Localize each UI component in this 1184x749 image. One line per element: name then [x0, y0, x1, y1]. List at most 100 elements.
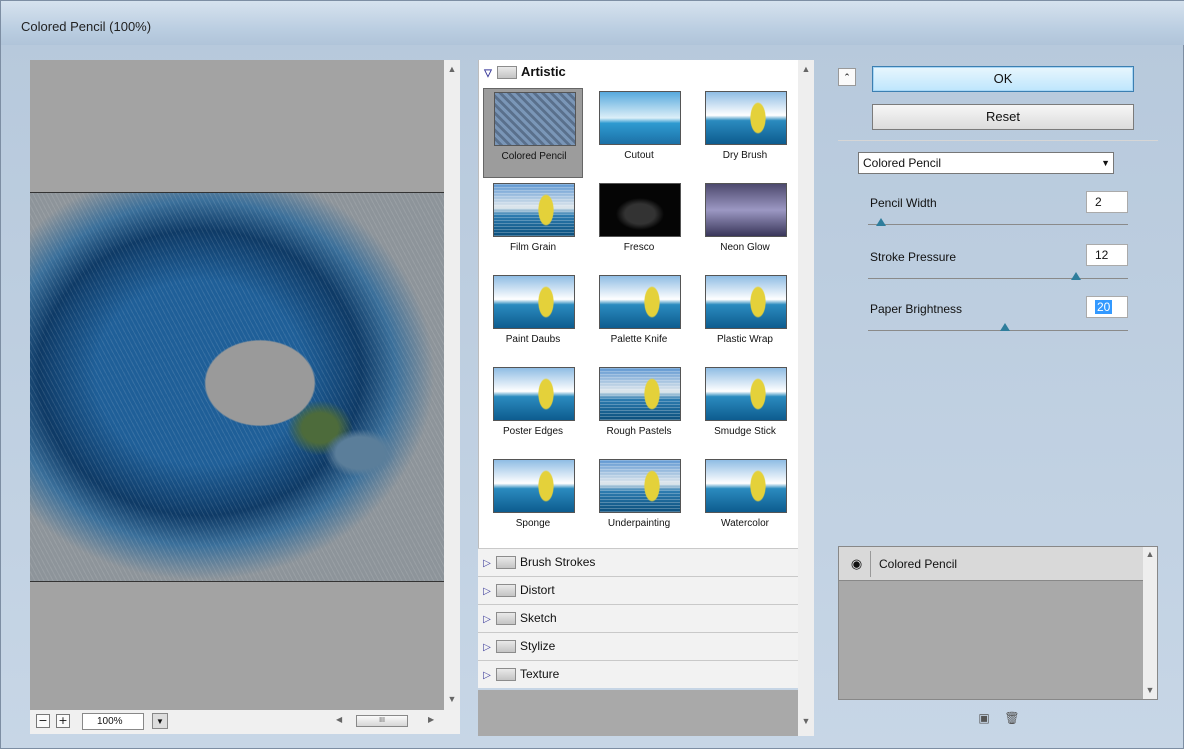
- filter-thumb-poster-edges[interactable]: Poster Edges: [483, 364, 583, 454]
- collapse-gallery-button[interactable]: ⌃: [838, 68, 856, 86]
- category-label: Sketch: [520, 611, 557, 625]
- scroll-up-icon[interactable]: ▲: [798, 64, 814, 74]
- stroke-pressure-input[interactable]: 12: [1086, 244, 1128, 266]
- thumb-label: Sponge: [515, 518, 551, 529]
- new-effect-layer-icon[interactable]: ▣: [976, 710, 992, 726]
- category-artistic[interactable]: ▽ Artistic: [479, 64, 566, 84]
- preview-vertical-scrollbar[interactable]: ▲ ▼: [444, 60, 460, 710]
- thumbnail-image: [599, 367, 681, 421]
- pencil-width-input[interactable]: 2: [1086, 191, 1128, 213]
- stroke-pressure-slider-track[interactable]: [868, 278, 1128, 279]
- category-label: Brush Strokes: [520, 555, 596, 569]
- filter-select-value: Colored Pencil: [863, 156, 942, 170]
- thumb-label: Rough Pastels: [606, 426, 672, 437]
- ok-button[interactable]: OK: [872, 66, 1134, 92]
- thumb-label: Plastic Wrap: [717, 334, 773, 345]
- filter-thumb-fresco[interactable]: Fresco: [589, 180, 689, 270]
- filter-thumb-dry-brush[interactable]: Dry Brush: [695, 88, 795, 178]
- preview-pane[interactable]: [30, 60, 444, 710]
- zoom-in-button[interactable]: +: [56, 714, 70, 728]
- category-distort[interactable]: ▷ Distort: [478, 576, 798, 604]
- collapsed-triangle-icon: ▷: [483, 614, 491, 625]
- thumb-label: Smudge Stick: [714, 426, 776, 437]
- thumbnail-image: [599, 183, 681, 237]
- thumbnail-image: [705, 367, 787, 421]
- pencil-width-slider-handle[interactable]: [876, 218, 886, 226]
- reset-button[interactable]: Reset: [872, 104, 1134, 130]
- gallery-vertical-scrollbar[interactable]: ▲ ▼: [798, 60, 814, 736]
- thumb-label: Colored Pencil: [501, 151, 567, 162]
- filter-thumb-film-grain[interactable]: Film Grain: [483, 180, 583, 270]
- category-texture[interactable]: ▷ Texture: [478, 660, 798, 688]
- category-label: Artistic: [521, 64, 566, 79]
- filter-thumb-plastic-wrap[interactable]: Plastic Wrap: [695, 272, 795, 362]
- preview-image: [30, 192, 444, 582]
- filter-thumb-palette-knife[interactable]: Palette Knife: [589, 272, 689, 362]
- filter-thumb-watercolor[interactable]: Watercolor: [695, 456, 795, 546]
- folder-icon: [496, 668, 516, 682]
- trash-icon[interactable]: 🗑: [1004, 710, 1020, 726]
- thumbnail-image: [494, 92, 576, 146]
- paper-brightness-slider-track[interactable]: [868, 330, 1128, 331]
- thumbnail-image: [705, 459, 787, 513]
- zoom-level-field[interactable]: 100%: [82, 713, 144, 730]
- filter-thumb-paint-daubs[interactable]: Paint Daubs: [483, 272, 583, 362]
- thumbnail-image: [599, 459, 681, 513]
- scroll-down-icon[interactable]: ▼: [798, 716, 814, 726]
- preview-footer: − + 100% ▼ ◀ III ▶: [30, 710, 460, 734]
- scroll-down-icon[interactable]: ▼: [444, 694, 460, 704]
- layer-actions: ▣ 🗑: [974, 710, 1034, 730]
- category-label: Texture: [520, 667, 560, 681]
- effect-layers-panel: ◉ Colored Pencil ▲ ▼: [838, 546, 1158, 700]
- filter-thumb-rough-pastels[interactable]: Rough Pastels: [589, 364, 689, 454]
- category-label: Distort: [520, 583, 555, 597]
- thumb-label: Paint Daubs: [505, 334, 561, 345]
- filter-thumb-underpainting[interactable]: Underpainting: [589, 456, 689, 546]
- category-stylize[interactable]: ▷ Stylize: [478, 632, 798, 660]
- filter-thumb-cutout[interactable]: Cutout: [589, 88, 689, 178]
- folder-icon: [496, 612, 516, 626]
- title-bar: Colored Pencil (100%): [1, 1, 1184, 45]
- zoom-out-button[interactable]: −: [36, 714, 50, 728]
- scroll-right-icon[interactable]: ▶: [428, 715, 434, 724]
- thumb-label: Underpainting: [607, 518, 671, 529]
- collapsed-triangle-icon: ▷: [483, 670, 491, 681]
- scroll-left-icon[interactable]: ◀: [336, 715, 342, 724]
- filter-thumb-neon-glow[interactable]: Neon Glow: [695, 180, 795, 270]
- category-sketch[interactable]: ▷ Sketch: [478, 604, 798, 632]
- thumb-label: Dry Brush: [722, 150, 768, 161]
- thumb-label: Watercolor: [721, 518, 769, 529]
- gallery-empty-area: [478, 690, 798, 736]
- effect-layer-row[interactable]: ◉ Colored Pencil: [839, 547, 1143, 581]
- category-label: Stylize: [520, 639, 556, 653]
- stroke-pressure-label: Stroke Pressure: [870, 250, 957, 264]
- preview-horizontal-scrollbar[interactable]: ◀ III ▶: [336, 715, 436, 727]
- paper-brightness-slider-handle[interactable]: [1000, 323, 1010, 331]
- expanded-triangle-icon: ▽: [484, 68, 492, 79]
- thumbnail-image: [599, 91, 681, 145]
- scroll-up-icon[interactable]: ▲: [444, 64, 460, 74]
- folder-icon: [496, 640, 516, 654]
- thumb-label: Neon Glow: [720, 242, 770, 253]
- pencil-width-slider-track[interactable]: [868, 224, 1128, 225]
- filter-select[interactable]: Colored Pencil ▼: [858, 152, 1114, 174]
- thumbnail-image: [493, 367, 575, 421]
- filter-thumb-sponge[interactable]: Sponge: [483, 456, 583, 546]
- scroll-up-icon[interactable]: ▲: [1142, 549, 1158, 559]
- thumbnail-image: [705, 91, 787, 145]
- thumbnail-image: [493, 459, 575, 513]
- eye-icon[interactable]: ◉: [843, 551, 871, 577]
- category-brush-strokes[interactable]: ▷ Brush Strokes: [478, 548, 798, 576]
- filter-thumb-colored-pencil[interactable]: Colored Pencil: [483, 88, 583, 178]
- thumbnail-image: [705, 275, 787, 329]
- filter-thumb-smudge-stick[interactable]: Smudge Stick: [695, 364, 795, 454]
- paper-brightness-input[interactable]: 20: [1086, 296, 1128, 318]
- thumbnail-image: [493, 275, 575, 329]
- folder-icon: [496, 556, 516, 570]
- stroke-pressure-slider-handle[interactable]: [1071, 272, 1081, 280]
- zoom-dropdown-icon[interactable]: ▼: [152, 713, 168, 729]
- scroll-thumb[interactable]: III: [356, 715, 408, 727]
- layers-vertical-scrollbar[interactable]: ▲ ▼: [1143, 547, 1157, 699]
- scroll-down-icon[interactable]: ▼: [1142, 685, 1158, 695]
- effect-layer-name: Colored Pencil: [879, 557, 958, 571]
